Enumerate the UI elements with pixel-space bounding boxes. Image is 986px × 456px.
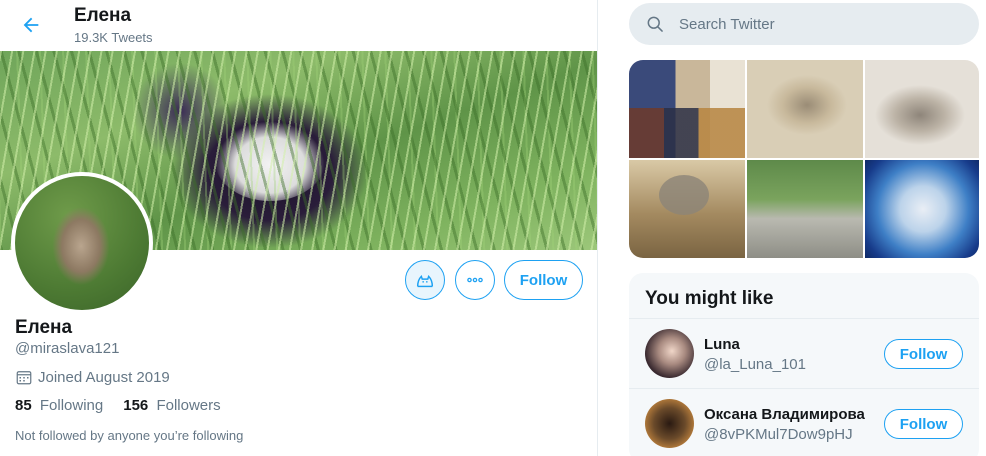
cat-icon <box>416 274 434 288</box>
cat-button[interactable] <box>405 260 445 300</box>
avatar[interactable] <box>645 329 694 378</box>
joined-date: Joined August 2019 <box>15 368 170 386</box>
followers-label: Followers <box>156 397 221 414</box>
media-thumbnail[interactable] <box>747 160 863 258</box>
media-thumbnail[interactable] <box>629 60 745 158</box>
media-thumbnail[interactable] <box>747 60 863 158</box>
suggested-user-name[interactable]: Luna <box>704 336 740 353</box>
profile-handle: @miraslava121 <box>15 340 120 357</box>
search-input[interactable] <box>679 15 959 33</box>
media-thumbnail[interactable] <box>865 60 979 158</box>
followers-count: 156 <box>123 397 149 414</box>
profile-header-bar: Елена 19.3K Tweets <box>0 0 597 51</box>
follow-button[interactable]: Follow <box>504 260 583 300</box>
you-might-like-panel: You might like Luna @la_Luna_101 Follow … <box>629 273 979 456</box>
joined-date-text: Joined August 2019 <box>38 368 170 386</box>
main-column: Елена 19.3K Tweets Follow Елена @mirasla… <box>0 0 598 456</box>
back-button[interactable] <box>14 8 48 42</box>
follow-stats: 85 Following 156 Followers <box>15 397 241 414</box>
header-profile-name: Елена <box>74 5 132 26</box>
suggested-user-handle: @8vPKMul7Dow9pHJ <box>704 426 853 443</box>
more-icon <box>467 277 483 283</box>
following-link[interactable]: 85 Following <box>15 397 103 414</box>
suggested-user-name[interactable]: Оксана Владимирова <box>704 406 865 423</box>
arrow-left-icon <box>23 17 39 33</box>
suggested-user[interactable]: Luna @la_Luna_101 Follow <box>629 318 979 388</box>
followers-link[interactable]: 156 Followers <box>123 397 220 414</box>
calendar-icon <box>16 371 32 385</box>
suggested-user[interactable]: Оксана Владимирова @8vPKMul7Dow9pHJ Foll… <box>629 388 979 456</box>
follow-button[interactable]: Follow <box>884 409 963 439</box>
media-thumbnail[interactable] <box>629 160 745 258</box>
suggested-user-handle: @la_Luna_101 <box>704 356 806 373</box>
more-options-button[interactable] <box>455 260 495 300</box>
following-count: 85 <box>15 397 32 414</box>
following-label: Following <box>39 397 104 414</box>
profile-action-row: Follow <box>0 260 597 300</box>
followed-by-text: Not followed by anyone you’re following <box>15 428 244 443</box>
profile-name: Елена <box>15 317 73 338</box>
you-might-like-title: You might like <box>645 288 774 309</box>
search-bar[interactable] <box>629 3 979 45</box>
media-thumbnail[interactable] <box>865 160 979 258</box>
avatar[interactable] <box>645 399 694 448</box>
twitter-profile-page: Елена 19.3K Tweets Follow Елена @mirasla… <box>0 0 986 456</box>
search-icon <box>647 16 663 32</box>
profile-media-grid <box>629 60 979 258</box>
follow-button[interactable]: Follow <box>884 339 963 369</box>
header-tweet-count: 19.3K Tweets <box>74 30 153 45</box>
